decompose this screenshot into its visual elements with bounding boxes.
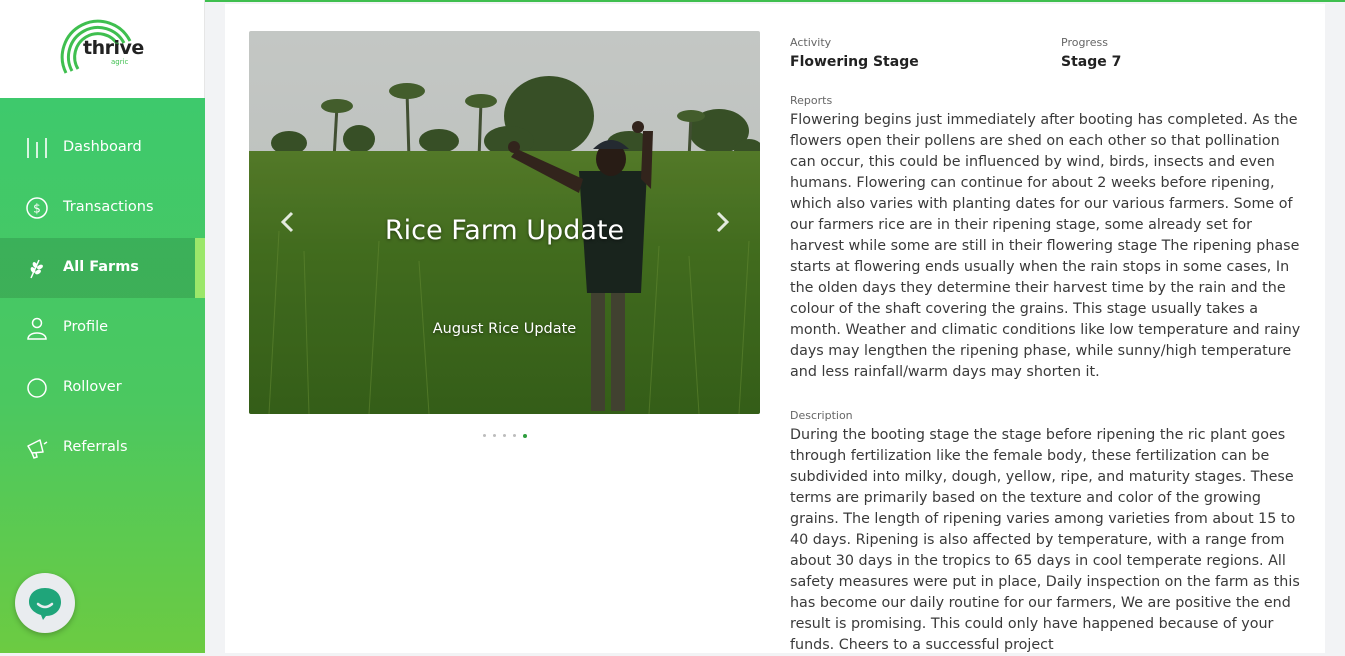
farm-update-card: Rice Farm Update August Rice Update Acti… (225, 4, 1325, 653)
progress-value: Stage 7 (1061, 54, 1122, 70)
image-carousel[interactable]: Rice Farm Update August Rice Update (249, 31, 760, 414)
activity-value: Flowering Stage (790, 54, 919, 70)
chat-bubble-icon (29, 588, 61, 620)
activity-label: Activity (790, 36, 832, 49)
wheat-icon (30, 259, 43, 279)
dollar-circle-icon: $ (26, 197, 48, 219)
brand-sub: agric (111, 58, 129, 66)
sidebar-item-referrals[interactable]: Referrals (0, 418, 205, 478)
carousel-dot[interactable] (483, 434, 486, 437)
reports-label: Reports (790, 94, 833, 107)
progress-label: Progress (1061, 36, 1108, 49)
description-text: During the booting stage the stage befor… (790, 427, 1300, 653)
megaphone-icon (27, 439, 48, 459)
brand-name: thrive (83, 37, 144, 59)
sidebar-item-label: Profile (63, 319, 109, 335)
sidebar-item-label: Referrals (63, 439, 128, 455)
carousel-dot[interactable] (513, 434, 516, 437)
carousel-dot[interactable] (503, 434, 506, 437)
sidebar-item-label: Rollover (63, 379, 122, 395)
sidebar-item-profile[interactable]: Profile (0, 298, 205, 358)
sidebar-item-label: Transactions (63, 199, 154, 215)
sidebar-item-rollover[interactable]: Rollover (0, 358, 205, 418)
carousel-dot-active[interactable] (523, 433, 527, 438)
sidebar-item-transactions[interactable]: $ Transactions (0, 178, 205, 238)
description-label: Description (790, 409, 853, 422)
bars-icon (27, 138, 47, 158)
logo[interactable]: thrive agric (0, 0, 205, 98)
svg-text:$: $ (33, 202, 41, 216)
circle-icon (27, 378, 47, 398)
reports-text: Flowering begins just immediately after … (790, 112, 1301, 380)
carousel-caption-title: Rice Farm Update (384, 215, 625, 246)
carousel-caption-subtitle: August Rice Update (432, 321, 577, 337)
carousel-dot[interactable] (493, 434, 496, 437)
chat-widget-button[interactable] (15, 573, 75, 633)
sidebar-item-all-farms[interactable]: All Farms (0, 238, 205, 298)
sidebar-nav: Dashboard $ Transactions All Farms Profi… (0, 98, 205, 653)
sidebar: thrive agric Dashboard $ Transactions Al… (0, 0, 205, 653)
active-indicator (195, 238, 205, 298)
sidebar-item-label: All Farms (63, 259, 139, 275)
sidebar-item-label: Dashboard (63, 139, 142, 155)
sidebar-item-dashboard[interactable]: Dashboard (0, 118, 205, 178)
user-icon (27, 317, 47, 340)
